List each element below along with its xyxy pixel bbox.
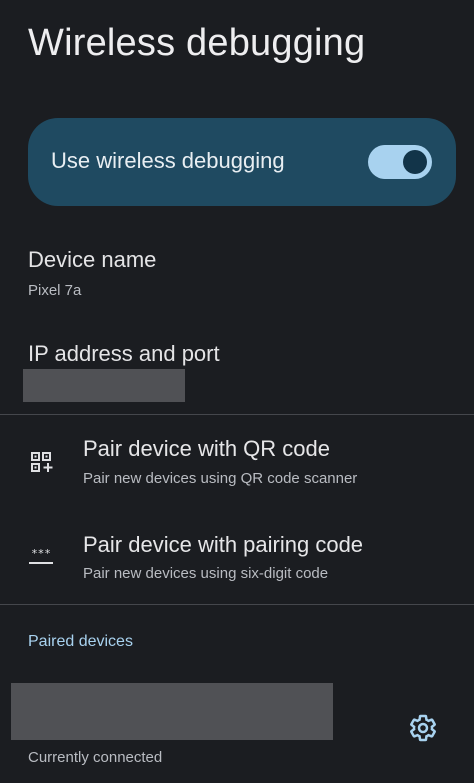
- paired-devices-header: Paired devices: [28, 633, 133, 650]
- device-name-value: Pixel 7a: [28, 282, 82, 299]
- password-dialpad-icon: ***: [29, 547, 53, 564]
- use-wireless-debugging-label: Use wireless debugging: [51, 148, 285, 173]
- svg-text:***: ***: [31, 547, 51, 560]
- use-wireless-debugging-switch-bar[interactable]: Use wireless debugging: [28, 118, 456, 206]
- ip-address-title: IP address and port: [28, 341, 220, 366]
- pair-qr-code-summary: Pair new devices using QR code scanner: [83, 470, 358, 487]
- gear-icon[interactable]: [408, 713, 438, 743]
- paired-device-name-redacted: [11, 683, 333, 740]
- toggle-thumb: [403, 150, 427, 174]
- divider: [0, 414, 474, 415]
- pair-qr-code-title: Pair device with QR code: [83, 436, 330, 461]
- page-title: Wireless debugging: [28, 22, 366, 64]
- ip-address-redacted-value: [23, 369, 185, 402]
- qr-code-scanner-icon: [31, 452, 53, 472]
- wireless-debugging-toggle[interactable]: [368, 145, 432, 179]
- pair-pairing-code-summary: Pair new devices using six-digit code: [83, 565, 329, 582]
- device-name-title: Device name: [28, 247, 157, 272]
- divider: [0, 604, 474, 605]
- paired-device-status: Currently connected: [28, 749, 163, 766]
- pair-pairing-code-title: Pair device with pairing code: [83, 532, 364, 557]
